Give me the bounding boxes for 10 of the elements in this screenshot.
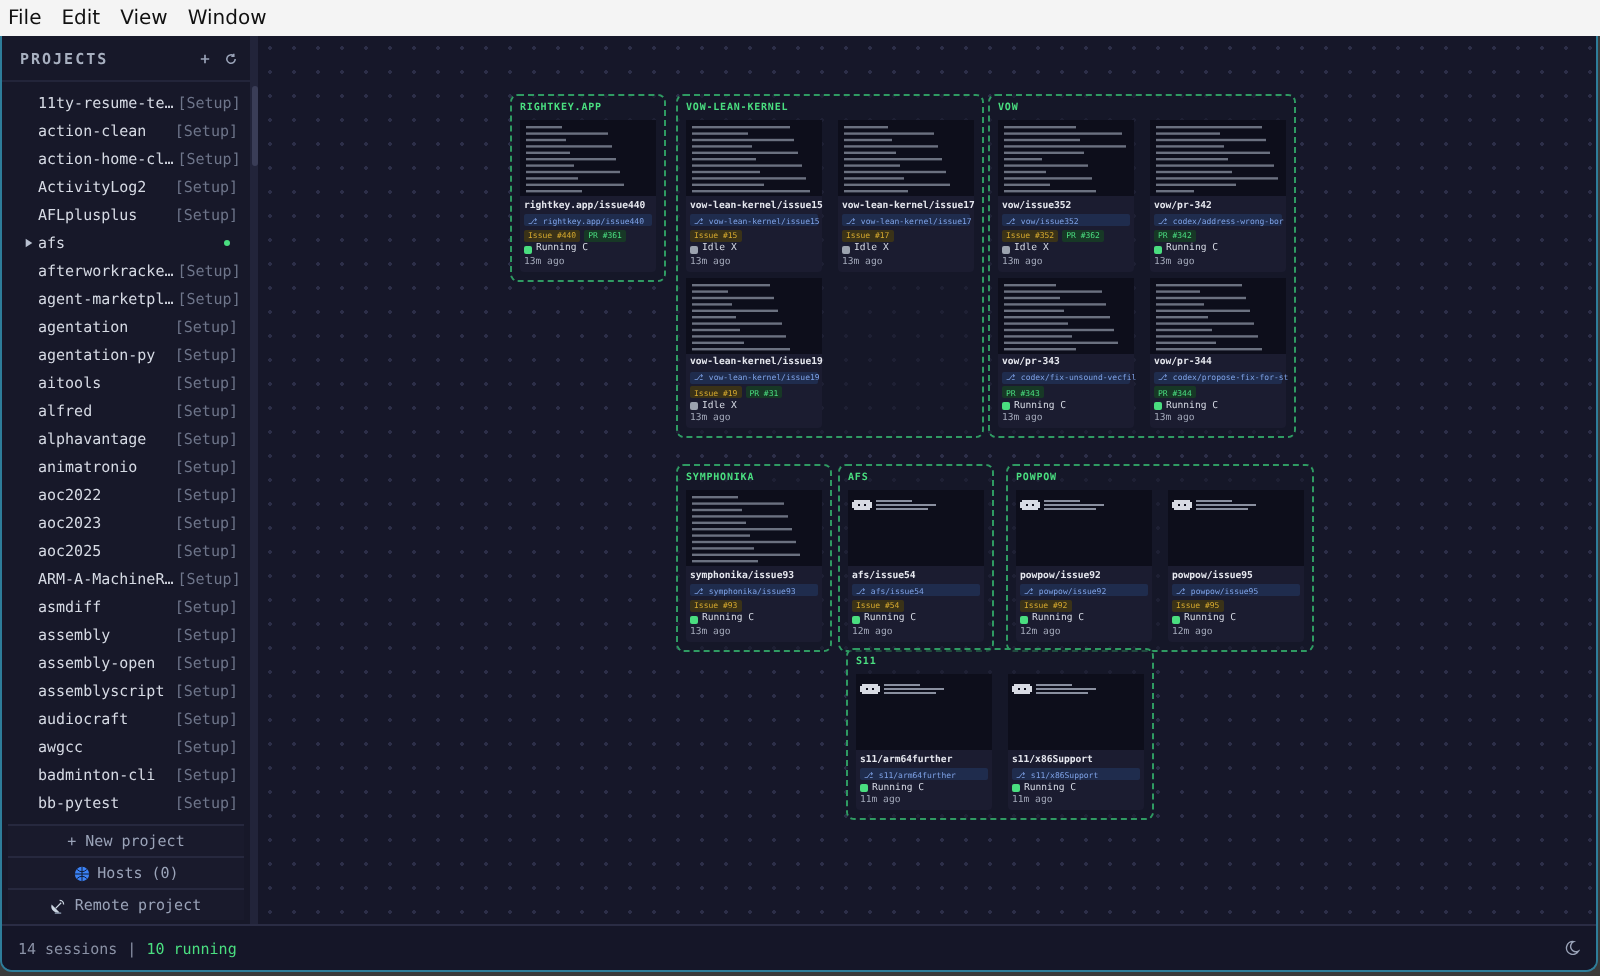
- caret-icon[interactable]: [24, 237, 34, 247]
- globe-icon: [73, 865, 90, 881]
- refresh-icon[interactable]: [224, 51, 238, 65]
- satellite-dish-icon: [50, 897, 67, 913]
- menu-item[interactable]: View: [120, 7, 168, 29]
- menu-item[interactable]: File: [8, 7, 42, 29]
- add-icon[interactable]: [198, 51, 212, 65]
- menu-item[interactable]: Window: [187, 7, 267, 29]
- menu-item[interactable]: Edit: [61, 7, 101, 29]
- moon-icon[interactable]: [1564, 940, 1580, 956]
